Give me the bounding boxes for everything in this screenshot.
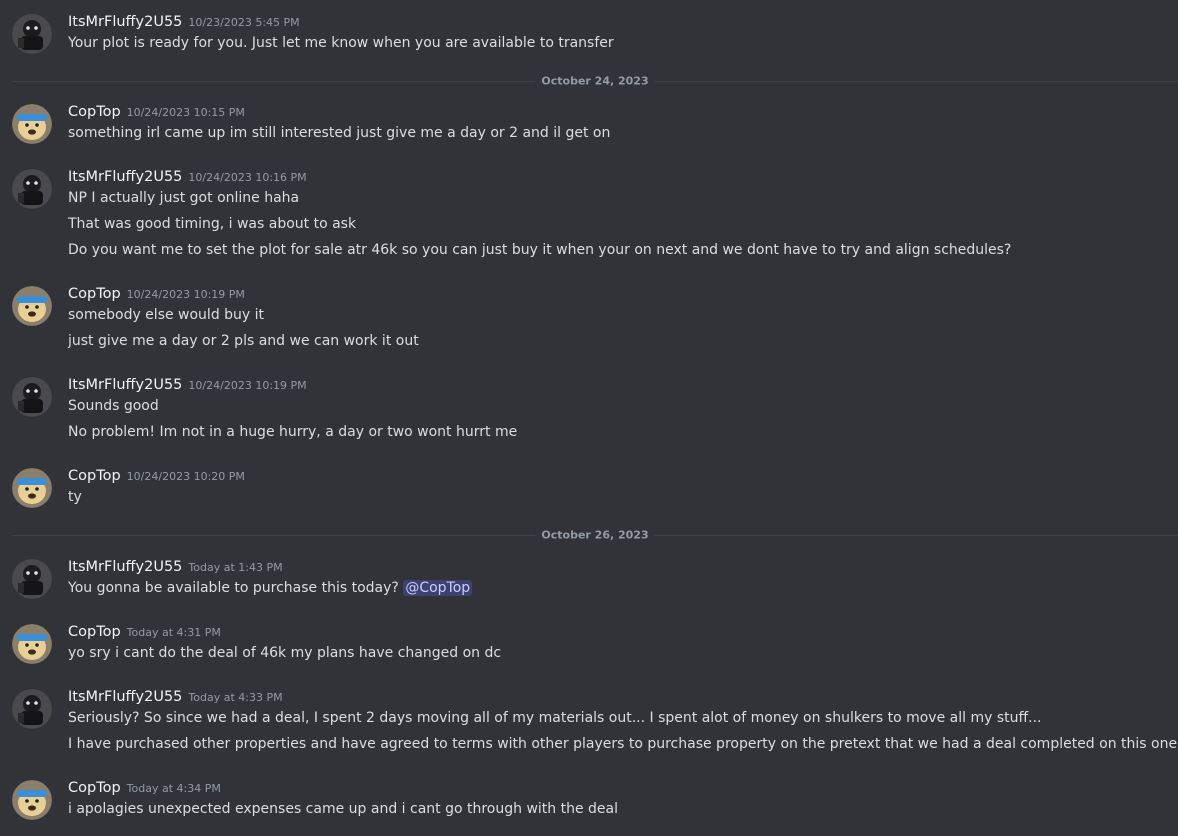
dog-with-blue-headband-avatar-icon[interactable] bbox=[12, 468, 52, 508]
message-text: just give me a day or 2 pls and we can w… bbox=[68, 333, 419, 349]
message-text: yo sry i cant do the deal of 46k my plan… bbox=[68, 645, 502, 661]
timestamp[interactable]: 10/24/2023 10:19 PM bbox=[127, 288, 245, 301]
username[interactable]: ItsMrFluffy2U55 bbox=[68, 377, 182, 393]
timestamp[interactable]: 10/23/2023 5:45 PM bbox=[188, 16, 299, 29]
message-text: No problem! Im not in a huge hurry, a da… bbox=[68, 424, 518, 440]
timestamp[interactable]: Today at 1:43 PM bbox=[188, 561, 282, 574]
dog-with-blue-headband-avatar-icon[interactable] bbox=[12, 104, 52, 144]
date-divider-label: October 24, 2023 bbox=[535, 74, 655, 88]
timestamp[interactable]: 10/24/2023 10:20 PM bbox=[127, 470, 245, 483]
message-text: ty bbox=[68, 489, 82, 505]
dark-character-avatar-icon[interactable] bbox=[12, 377, 52, 417]
dark-character-avatar-icon[interactable] bbox=[12, 689, 52, 729]
username[interactable]: ItsMrFluffy2U55 bbox=[68, 14, 182, 30]
message-text: NP I actually just got online haha bbox=[68, 190, 300, 206]
message-text: I have purchased other properties and ha… bbox=[68, 736, 1178, 752]
dark-character-avatar-icon[interactable] bbox=[12, 14, 52, 54]
username[interactable]: ItsMrFluffy2U55 bbox=[68, 689, 182, 705]
timestamp[interactable]: Today at 4:31 PM bbox=[127, 626, 221, 639]
message-text-content: You gonna be available to purchase this … bbox=[68, 580, 404, 596]
message-text: i apolagies unexpected expenses came up … bbox=[68, 801, 618, 817]
date-divider: October 24, 2023 bbox=[12, 74, 1178, 88]
message-text: That was good timing, i was about to ask bbox=[68, 216, 357, 232]
username[interactable]: CopTop bbox=[68, 104, 121, 120]
message-header: ItsMrFluffy2U55 10/23/2023 5:45 PM bbox=[68, 12, 300, 32]
timestamp[interactable]: 10/24/2023 10:19 PM bbox=[188, 379, 306, 392]
username[interactable]: CopTop bbox=[68, 468, 121, 484]
dark-character-avatar-icon[interactable] bbox=[12, 559, 52, 599]
message-text: Your plot is ready for you. Just let me … bbox=[68, 35, 614, 51]
dark-character-avatar-icon[interactable] bbox=[12, 169, 52, 209]
message-header: CopTop Today at 4:34 PM bbox=[68, 778, 221, 798]
timestamp[interactable]: 10/24/2023 10:15 PM bbox=[127, 106, 245, 119]
dog-with-blue-headband-avatar-icon[interactable] bbox=[12, 624, 52, 664]
username[interactable]: ItsMrFluffy2U55 bbox=[68, 559, 182, 575]
date-divider-label: October 26, 2023 bbox=[535, 528, 655, 542]
message-text: You gonna be available to purchase this … bbox=[68, 577, 473, 599]
message-text: somebody else would buy it bbox=[68, 307, 265, 323]
message-text: something irl came up im still intereste… bbox=[68, 125, 611, 141]
message-header: ItsMrFluffy2U55 10/24/2023 10:19 PM bbox=[68, 375, 307, 395]
username[interactable]: CopTop bbox=[68, 780, 121, 796]
username[interactable]: CopTop bbox=[68, 286, 121, 302]
timestamp[interactable]: Today at 4:33 PM bbox=[188, 691, 282, 704]
message-header: CopTop 10/24/2023 10:19 PM bbox=[68, 284, 245, 304]
message-header: CopTop Today at 4:31 PM bbox=[68, 622, 221, 642]
timestamp[interactable]: 10/24/2023 10:16 PM bbox=[188, 171, 306, 184]
date-divider: October 26, 2023 bbox=[12, 528, 1178, 542]
message-text: Seriously? So since we had a deal, I spe… bbox=[68, 710, 1042, 726]
dog-with-blue-headband-avatar-icon[interactable] bbox=[12, 286, 52, 326]
message-header: ItsMrFluffy2U55 10/24/2023 10:16 PM bbox=[68, 167, 307, 187]
message-text: Do you want me to set the plot for sale … bbox=[68, 242, 1012, 258]
message-text: Sounds good bbox=[68, 398, 159, 414]
username[interactable]: CopTop bbox=[68, 624, 121, 640]
timestamp[interactable]: Today at 4:34 PM bbox=[127, 782, 221, 795]
dog-with-blue-headband-avatar-icon[interactable] bbox=[12, 780, 52, 820]
message-header: CopTop 10/24/2023 10:20 PM bbox=[68, 466, 245, 486]
username[interactable]: ItsMrFluffy2U55 bbox=[68, 169, 182, 185]
message-header: ItsMrFluffy2U55 Today at 4:33 PM bbox=[68, 687, 283, 707]
message-header: ItsMrFluffy2U55 Today at 1:43 PM bbox=[68, 557, 283, 577]
chat-message-list: ItsMrFluffy2U55 10/23/2023 5:45 PM Your p… bbox=[0, 0, 1178, 836]
user-mention[interactable]: @CopTop bbox=[403, 580, 473, 596]
message-header: CopTop 10/24/2023 10:15 PM bbox=[68, 102, 245, 122]
